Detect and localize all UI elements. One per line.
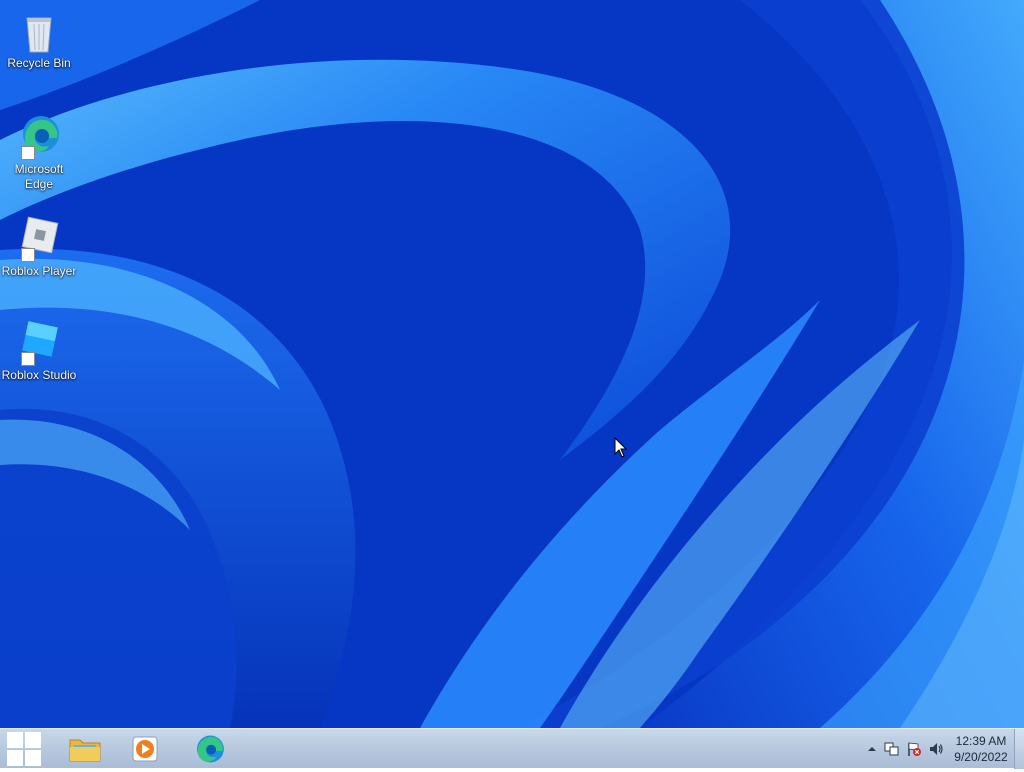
desktop-icon-microsoft-edge[interactable]: Microsoft Edge [0, 112, 78, 192]
desktop-icon-roblox-studio[interactable]: Roblox Studio [0, 318, 78, 383]
roblox-player-icon [15, 214, 63, 262]
media-player-icon [132, 736, 158, 762]
desktop-icon-label: Roblox Player [1, 264, 77, 278]
desktop-icon-label: Microsoft Edge [14, 162, 64, 191]
taskbar-edge-button[interactable] [186, 731, 232, 767]
taskbar-media-player-button[interactable] [122, 731, 168, 767]
taskbar-file-explorer-button[interactable] [62, 731, 108, 767]
mouse-cursor-icon [614, 437, 628, 458]
shortcut-arrow-icon [21, 352, 35, 366]
desktop[interactable]: Recycle Bin Microsoft Edge Roblox Player [0, 0, 1024, 728]
system-tray: 12:39 AM 9/20/2022 [834, 729, 1024, 769]
desktop-icon-roblox-player[interactable]: Roblox Player [0, 214, 78, 279]
start-button[interactable] [4, 731, 44, 767]
clock-date: 9/20/2022 [954, 750, 1008, 764]
desktop-icon-label: Roblox Studio [1, 368, 77, 382]
network-icon[interactable] [884, 741, 900, 757]
edge-icon [196, 735, 224, 763]
file-explorer-icon [69, 739, 101, 762]
taskbar: 12:39 AM 9/20/2022 [0, 728, 1024, 769]
desktop-icon-recycle-bin[interactable]: Recycle Bin [0, 6, 78, 71]
action-center-flag-icon[interactable] [906, 741, 922, 757]
roblox-studio-icon [15, 318, 63, 366]
wallpaper [0, 0, 1024, 728]
show-desktop-button[interactable] [1014, 729, 1024, 769]
shortcut-arrow-icon [21, 248, 35, 262]
shortcut-arrow-icon [21, 146, 35, 160]
clock-time: 12:39 AM [955, 734, 1007, 748]
recycle-bin-icon [15, 6, 63, 54]
volume-icon[interactable] [928, 741, 944, 757]
windows-start-icon [7, 732, 41, 766]
clock[interactable]: 12:39 AM 9/20/2022 [946, 733, 1016, 765]
edge-icon [15, 112, 63, 160]
desktop-icon-label: Recycle Bin [7, 56, 71, 70]
show-hidden-icons-chevron[interactable] [864, 741, 880, 757]
